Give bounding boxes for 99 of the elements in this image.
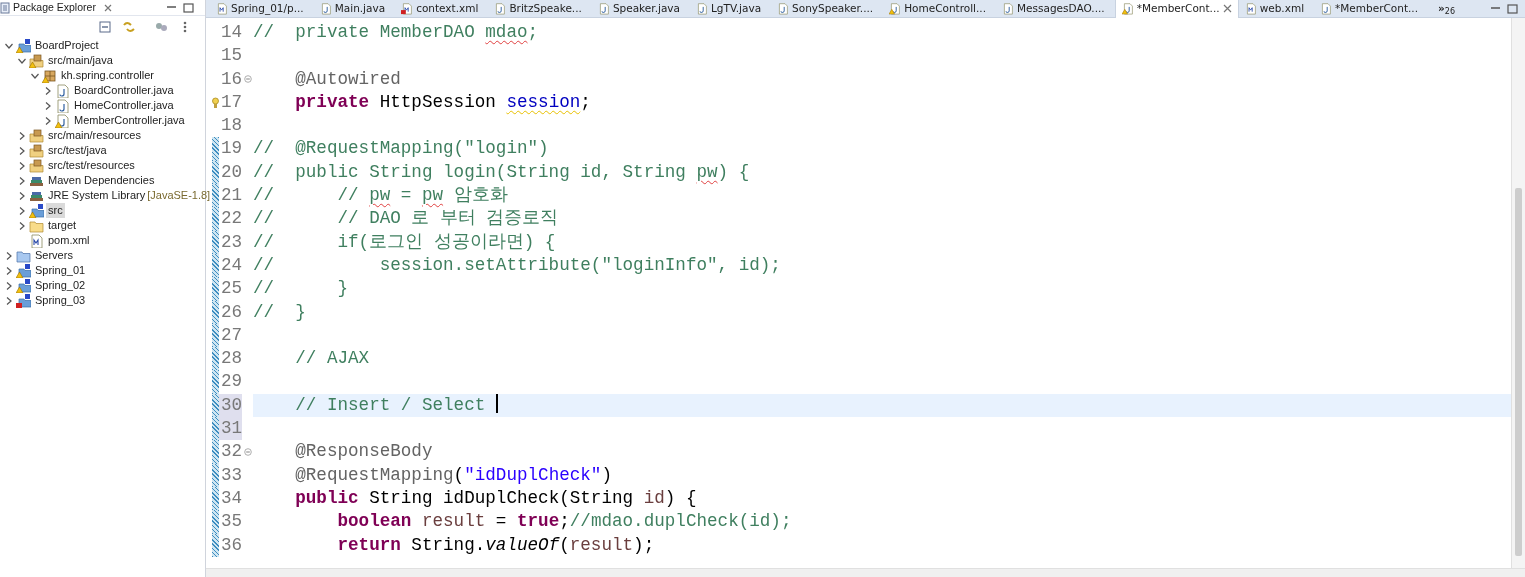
- line-number: 29: [219, 370, 242, 394]
- line-number: 20: [219, 160, 242, 184]
- expand-chevron-icon[interactable]: [43, 115, 53, 126]
- line-number: 19: [219, 137, 242, 161]
- editor-tab[interactable]: SonySpeaker....: [771, 0, 884, 18]
- code-line: // private MemberDAO mdao;: [253, 22, 539, 42]
- tree-item[interactable]: pom.xml: [46, 233, 92, 248]
- code-line: // }: [253, 301, 306, 322]
- maximize-button[interactable]: [180, 2, 197, 13]
- scrollbar-thumb[interactable]: [1515, 188, 1522, 556]
- code-line: // // pw = pw 암호화: [253, 185, 508, 206]
- tree-item[interactable]: BoardController.java: [72, 83, 176, 98]
- code-line: return String.valueOf(result);: [336, 534, 655, 555]
- code-line: // AJAX: [294, 348, 370, 369]
- tree-item[interactable]: Maven Dependencies: [46, 173, 157, 188]
- editor-tab[interactable]: context.xml: [395, 0, 489, 18]
- tree-item-decoration: [JavaSE-1.8]: [147, 188, 211, 203]
- tree-item[interactable]: Spring_01: [33, 263, 88, 278]
- tree-item[interactable]: src: [46, 203, 65, 218]
- close-icon: [1222, 4, 1232, 13]
- expand-chevron-icon[interactable]: [17, 220, 27, 231]
- filter-icon: [154, 20, 168, 34]
- line-number: 25: [219, 277, 242, 301]
- expand-chevron-icon[interactable]: [17, 175, 27, 186]
- line-number: 35: [219, 510, 242, 534]
- expand-chevron-icon[interactable]: [17, 130, 27, 141]
- maximize-icon: [1507, 3, 1518, 14]
- maximize-button[interactable]: [1504, 3, 1521, 14]
- editor-tab[interactable]: LgTV.java: [690, 0, 772, 18]
- tree-item[interactable]: src/main/resources: [46, 128, 143, 143]
- editor-tab[interactable]: HomeControll...: [883, 0, 997, 18]
- view-title[interactable]: Package Explorer: [10, 0, 101, 15]
- line-number: 26: [219, 300, 242, 324]
- line-number: 34: [219, 486, 242, 510]
- tree-item[interactable]: Servers: [33, 248, 75, 263]
- close-icon: [103, 3, 112, 12]
- tree-item[interactable]: src/main/java: [46, 53, 115, 68]
- code-line: private HttpSession session;: [294, 91, 591, 112]
- line-number: 28: [219, 347, 242, 371]
- code-line: @RequestMapping("idDuplCheck"): [294, 464, 612, 485]
- editor-tab[interactable]: web.xml: [1238, 0, 1315, 18]
- code-line: // // DAO 로 부터 검증로직: [253, 208, 559, 229]
- expand-chevron-icon[interactable]: [4, 295, 14, 306]
- editor-tab[interactable]: Main.java: [313, 0, 396, 18]
- expand-chevron-icon[interactable]: [17, 145, 27, 156]
- tree-item[interactable]: src/test/java: [46, 143, 109, 158]
- line-number: 14: [219, 21, 242, 44]
- tree-item[interactable]: src/test/resources: [46, 158, 137, 173]
- expand-chevron-icon[interactable]: [17, 205, 27, 216]
- expand-chevron-icon[interactable]: [43, 85, 53, 96]
- tree-item[interactable]: HomeController.java: [72, 98, 176, 113]
- link-icon: [122, 20, 136, 34]
- line-number: 15: [219, 44, 242, 68]
- collapse-all-icon: [98, 20, 112, 34]
- tree-item[interactable]: BoardProject: [33, 38, 101, 53]
- code-line: @ResponseBody: [294, 441, 433, 462]
- tree-item[interactable]: kh.spring.controller: [59, 68, 156, 83]
- editor-tab[interactable]: BritzSpeake...: [488, 0, 592, 18]
- code-line: // public String login(String id, String pw) {: [253, 161, 750, 182]
- editor-tab[interactable]: *MemberCont...: [1114, 0, 1239, 18]
- code-line: // session.setAttribute("loginInfo", id);: [253, 254, 781, 275]
- line-number: 23: [219, 230, 242, 254]
- line-number: 27: [219, 323, 242, 347]
- editor-tab[interactable]: *MemberCont...: [1314, 0, 1429, 18]
- expand-chevron-icon[interactable]: [4, 280, 14, 291]
- expand-chevron-icon[interactable]: [4, 250, 14, 261]
- line-number: 24: [219, 253, 242, 277]
- expand-chevron-icon[interactable]: [17, 190, 27, 201]
- line-number: 32: [219, 440, 242, 464]
- code-line: // Insert / Select: [294, 394, 487, 415]
- line-number: 17: [219, 90, 242, 114]
- line-number: 31: [219, 417, 242, 441]
- line-number: 18: [219, 114, 242, 138]
- expand-chevron-icon[interactable]: [4, 265, 14, 276]
- expand-chevron-icon[interactable]: [43, 100, 53, 111]
- line-number: 30: [219, 393, 242, 418]
- line-number: 21: [219, 184, 242, 208]
- line-number: 16: [219, 67, 242, 91]
- code-line: // }: [253, 278, 349, 299]
- code-line: boolean result = true;//mdao.duplCheck(id);: [336, 511, 792, 532]
- tree-item[interactable]: Spring_02: [33, 278, 88, 293]
- code-line: @Autowired: [294, 68, 401, 89]
- vertical-scrollbar[interactable]: [1511, 18, 1525, 568]
- line-number: 36: [219, 533, 242, 557]
- maximize-icon: [183, 2, 194, 13]
- horizontal-scrollbar[interactable]: [206, 568, 1525, 577]
- tree-item[interactable]: JRE System Library: [46, 188, 148, 203]
- code-line: public String idDuplCheck(String id) {: [294, 487, 697, 508]
- code-line: // @RequestMapping("login"): [253, 138, 549, 159]
- editor-tab[interactable]: Speaker.java: [591, 0, 690, 18]
- expand-chevron-icon[interactable]: [17, 160, 27, 171]
- editor-tab[interactable]: MessagesDAO....: [996, 0, 1115, 18]
- tree-item[interactable]: target: [46, 218, 79, 233]
- tree-item[interactable]: MemberController.java: [72, 113, 187, 128]
- code-line: // if(로그인 성공이라면) {: [253, 231, 556, 252]
- line-number: 22: [219, 207, 242, 231]
- line-number: 33: [219, 463, 242, 487]
- editor-tab[interactable]: Spring_01/p...: [210, 0, 314, 18]
- tree-item[interactable]: Spring_03: [33, 293, 88, 308]
